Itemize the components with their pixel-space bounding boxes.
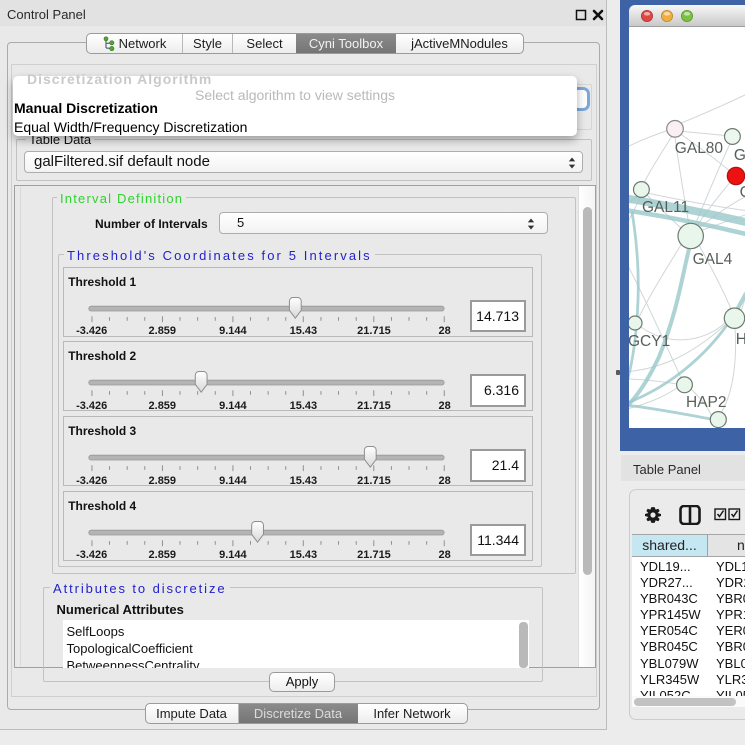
svg-text:HAP2: HAP2 [686, 394, 727, 411]
svg-text:GAL11: GAL11 [642, 199, 689, 216]
svg-text:GAL4: GAL4 [693, 251, 733, 268]
svg-text:GCY1: GCY1 [629, 333, 670, 350]
svg-text:GAL80: GAL80 [675, 140, 724, 157]
svg-text:GAL7: GAL7 [734, 147, 745, 164]
svg-text:CYC8: CYC8 [740, 184, 745, 201]
svg-text:HIS4: HIS4 [736, 331, 745, 348]
